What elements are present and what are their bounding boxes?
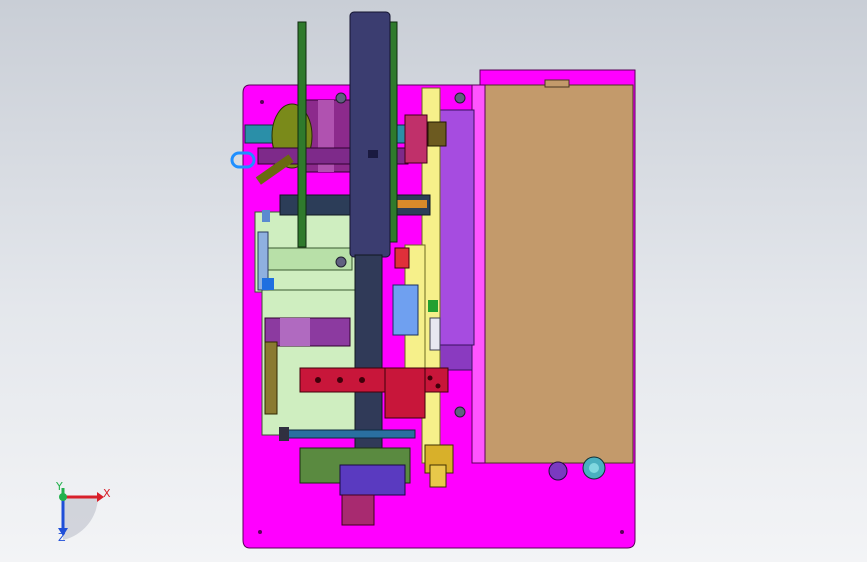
valve-green: [428, 300, 438, 312]
fitting-post: [429, 464, 447, 488]
shaft-lower-end: [279, 427, 289, 441]
clamp-bottom: [341, 494, 375, 526]
red-bracket-extension: [384, 367, 426, 419]
blue-clip: [262, 278, 274, 290]
knob-purple[interactable]: [548, 461, 568, 481]
flywheel-hub: [368, 150, 378, 158]
enclosure-box[interactable]: [484, 84, 634, 464]
bolt-7: [260, 100, 264, 104]
coordinate-triad[interactable]: X Y Z: [55, 480, 111, 544]
bracket-hole-2: [337, 377, 343, 383]
bolt-2: [454, 92, 466, 104]
bolt-6: [620, 530, 624, 534]
bracket-hole-5: [435, 383, 441, 389]
flywheel-shaft[interactable]: [354, 254, 383, 476]
shaft-orange: [395, 200, 427, 208]
bearing-block-right: [404, 114, 428, 164]
actuator-red: [394, 247, 410, 269]
enclosure-top-tab: [544, 79, 570, 88]
hex-nut-top: [427, 121, 447, 147]
knob-cyan-inner: [589, 463, 599, 473]
sensor-white: [429, 317, 441, 351]
bolt-5: [258, 530, 262, 534]
shaft-lower-teal[interactable]: [284, 429, 416, 439]
bracket-hole-3: [359, 377, 365, 383]
motor-blue[interactable]: [339, 464, 406, 496]
y-axis-label: Y: [55, 480, 63, 493]
triad-background: [63, 497, 98, 540]
bolt-1: [335, 92, 347, 104]
belt-strip-left[interactable]: [297, 21, 307, 248]
bracket-hole-4: [427, 375, 433, 381]
flywheel[interactable]: [349, 11, 391, 258]
bolt-3: [335, 256, 347, 268]
assembly-drawing[interactable]: X Y Z: [0, 0, 867, 562]
red-bracket[interactable]: [299, 367, 449, 393]
x-axis-label: X: [103, 487, 111, 500]
cad-viewport[interactable]: X Y Z: [0, 0, 867, 562]
z-axis-label: Z: [58, 531, 66, 544]
bracket-hole-1: [315, 377, 321, 383]
rail-olive-vertical: [264, 341, 278, 415]
bolt-4: [454, 406, 466, 418]
side-rail-top: [262, 210, 270, 222]
cylinder-actuator[interactable]: [392, 284, 419, 336]
roller-lower-highlight: [280, 318, 310, 346]
